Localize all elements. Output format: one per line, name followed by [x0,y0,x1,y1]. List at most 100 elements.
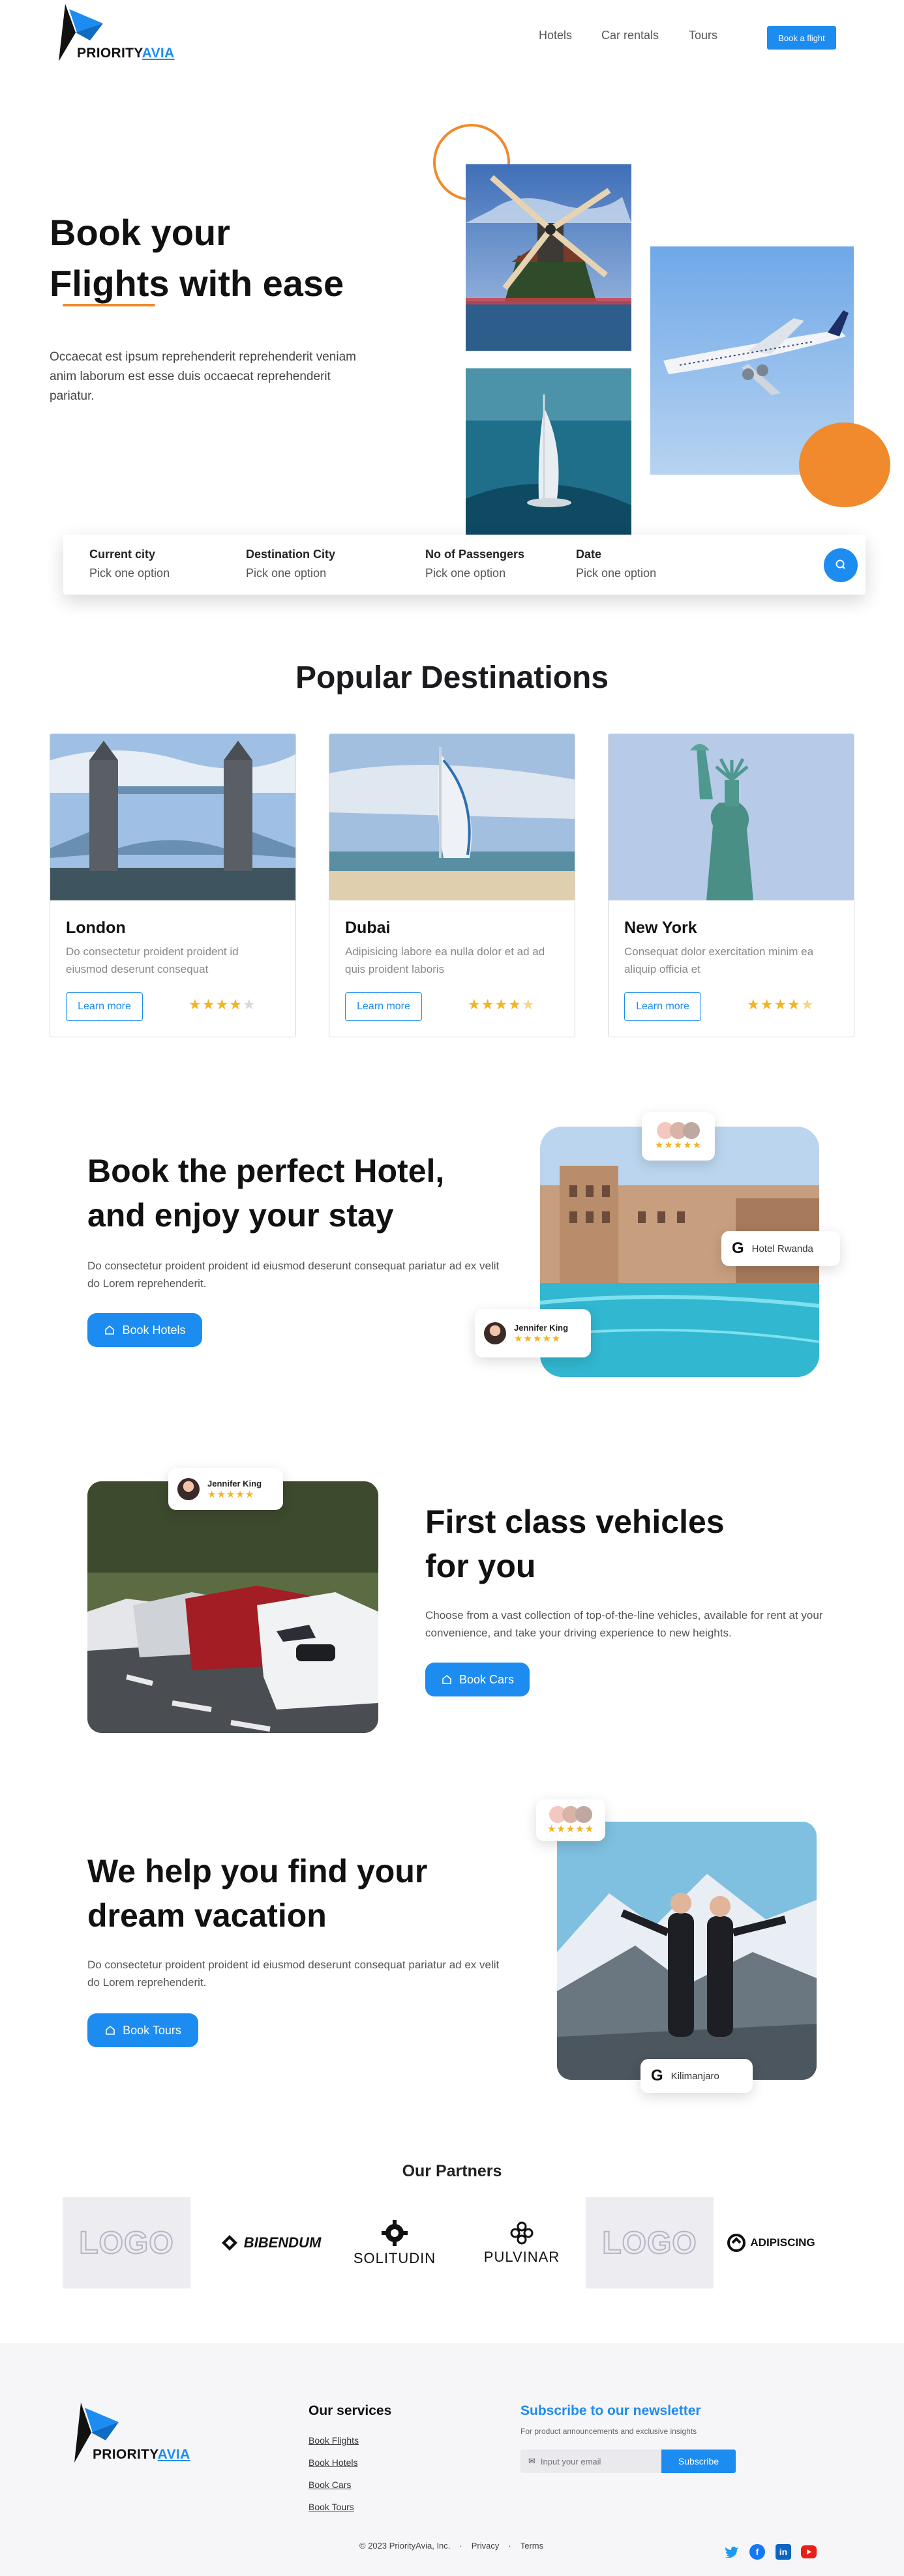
hero-title-line2: Flights with ease [50,263,344,304]
destination-name: Dubai [345,919,391,937]
hotel-location-badge: G Hotel Rwanda [721,1231,840,1266]
footer-brand-logo[interactable]: PRIORITYAVIA [72,2403,190,2465]
hotels-title-line2: and enjoy your stay [87,1197,394,1234]
home-icon [105,1325,115,1335]
footer-link-book-cars[interactable]: Book Cars [309,2480,351,2490]
partner-logo-adipiscing: ADIPISCING [719,2197,823,2288]
logo-mark-icon [56,4,103,64]
badge-stars: ★★★★★ [207,1488,255,1500]
destination-description: Do consectetur proident proident id eius… [66,945,239,975]
book-tours-button[interactable]: Book Tours [87,2013,198,2047]
search-field-label: Current city [89,548,156,561]
twitter-icon[interactable] [724,2544,740,2560]
book-flight-button[interactable]: Book a flight [767,26,836,50]
nav-link-tours[interactable]: Tours [689,29,717,42]
partner-logo-solitudin: SOLITUDIN [339,2197,450,2288]
london-photo [50,734,295,900]
book-hotels-button[interactable]: Book Hotels [87,1313,202,1347]
search-field-passengers[interactable]: No of Passengers Pick one option [425,548,524,580]
hotel-review-badge: Jennifer King ★★★★★ [475,1309,591,1357]
destination-name: London [66,919,126,937]
search-field-value[interactable]: Pick one option [425,567,524,580]
footer-link-book-tours[interactable]: Book Tours [309,2502,354,2512]
email-input[interactable] [540,2456,652,2466]
google-icon: G [732,1239,744,1257]
search-field-value[interactable]: Pick one option [246,567,335,580]
footer-separator: · [459,2541,462,2551]
partner-logo-text: BIBENDUM [243,2234,322,2251]
search-icon [836,559,845,569]
destination-description: Adipisicing labore ea nulla dolor et ad … [345,945,545,975]
rating-stars: ★★★★★ [747,996,815,1013]
partner-logo-pulvinar: PULVINAR [467,2197,577,2288]
subscribe-button[interactable]: Subscribe [661,2450,736,2473]
footer-link-terms[interactable]: Terms [520,2541,543,2551]
destination-description: Consequat dolor exercitation minim ea al… [624,945,814,975]
footer-services-title: Our services [309,2403,392,2418]
cars-title: First class vehicles for you [425,1500,725,1588]
search-field-date[interactable]: Date Pick one option [576,548,656,580]
facebook-icon[interactable]: f [749,2544,765,2560]
nav-link-hotels[interactable]: Hotels [539,29,572,42]
partner-logo-text: SOLITUDIN [353,2250,436,2266]
google-icon: G [651,2067,663,2084]
search-button[interactable] [824,548,858,582]
partner-logo-text: ADIPISCING [750,2236,815,2249]
destination-card-london[interactable]: London Do consectetur proident proident … [50,733,296,1037]
mail-icon: ✉ [528,2456,535,2466]
footer-bottom-links: © 2023 PriorityAvia, Inc. · Privacy · Te… [359,2541,543,2551]
linkedin-icon[interactable]: in [776,2544,791,2560]
flower-icon [510,2221,534,2245]
search-field-label: No of Passengers [425,548,525,561]
book-cars-button[interactable]: Book Cars [425,1663,530,1696]
hero-title-line1: Book your [50,212,230,253]
cars-photo [87,1481,378,1733]
decorative-orange-circle [799,422,890,507]
gear-icon [382,2220,408,2246]
partner-logo-bibendum: BIBENDUM [209,2197,333,2288]
footer-link-privacy[interactable]: Privacy [472,2541,500,2551]
search-field-value[interactable]: Pick one option [89,567,170,580]
book-cars-label: Book Cars [459,1672,515,1686]
partner-logo-text: LOGO [78,2225,174,2261]
email-input-wrapper[interactable]: ✉ [520,2450,661,2473]
logo-mark-icon [72,2403,119,2465]
tour-location-name: Kilimanjaro [670,2070,719,2082]
nav-link-car-rentals[interactable]: Car rentals [601,29,659,42]
hotel-reviewers-badge: ★★★★★ [642,1112,715,1161]
hotel-location-name: Hotel Rwanda [751,1243,813,1254]
rating-stars: ★★★★★ [468,996,535,1013]
destination-card-dubai[interactable]: Dubai Adipisicing labore ea nulla dolor … [329,733,575,1037]
avatar [575,1806,592,1823]
hero-title: Book your Flights with ease [50,207,344,309]
newsletter-text: For product announcements and exclusive … [520,2427,697,2436]
destination-card-new-york[interactable]: New York Consequat dolor exercitation mi… [608,733,854,1037]
flight-search-bar: Current city Pick one option Destination… [63,535,866,595]
youtube-icon[interactable] [801,2545,817,2558]
learn-more-button[interactable]: Learn more [345,992,422,1021]
cars-review-badge: Jennifer King ★★★★★ [168,1468,283,1510]
cars-description: Choose from a vast collection of top-of-… [425,1609,823,1639]
footer-link-book-hotels[interactable]: Book Hotels [309,2457,357,2468]
search-field-value[interactable]: Pick one option [576,567,656,580]
search-field-label: Destination City [246,548,336,561]
hotels-description: Do consectetur proident proident id eius… [87,1260,500,1290]
learn-more-button[interactable]: Learn more [66,992,143,1021]
partner-logo-text: PULVINAR [483,2249,560,2265]
hero-photo-windmill [466,164,631,351]
tours-description: Do consectetur proident proident id eius… [87,1959,500,1989]
badge-stars: ★★★★★ [654,1140,702,1151]
learn-more-button[interactable]: Learn more [624,992,701,1021]
cars-title-line1: First class vehicles [425,1503,725,1540]
book-hotels-label: Book Hotels [122,1323,186,1337]
search-field-current-city[interactable]: Current city Pick one option [89,548,170,580]
home-icon [442,1674,451,1684]
search-field-destination-city[interactable]: Destination City Pick one option [246,548,335,580]
brand-name-part2: AVIA [157,2447,190,2462]
badge-stars: ★★★★★ [547,1824,595,1835]
badge-stars: ★★★★★ [514,1333,562,1344]
footer-link-book-flights[interactable]: Book Flights [309,2435,359,2446]
partner-logo-text: LOGO [601,2225,697,2261]
brand-logo[interactable]: PRIORITYAVIA [56,4,174,64]
book-tours-label: Book Tours [123,2023,181,2037]
